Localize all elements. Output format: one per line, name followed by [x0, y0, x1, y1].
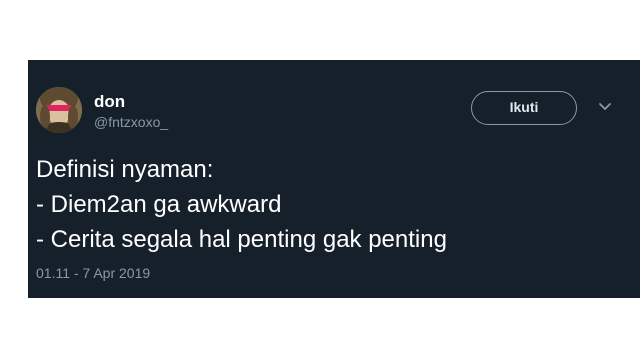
tweet-text-line: - Diem2an ga awkward: [36, 191, 282, 218]
tweet-text-line: Definisi nyaman:: [36, 156, 214, 183]
author-name[interactable]: don: [94, 92, 125, 112]
avatar-icon: [36, 87, 82, 133]
tweet-text: Definisi nyaman: - Diem2an ga awkward - …: [36, 152, 447, 257]
tweet-text-line: - Cerita segala hal penting gak penting: [36, 226, 447, 253]
chevron-down-icon[interactable]: [598, 100, 612, 114]
tweet-card: don @fntzxoxo_ Ikuti Definisi nyaman: - …: [28, 60, 640, 298]
follow-button[interactable]: Ikuti: [471, 91, 577, 125]
avatar[interactable]: [36, 87, 82, 133]
author-handle[interactable]: @fntzxoxo_: [94, 113, 168, 131]
tweet-timestamp[interactable]: 01.11 - 7 Apr 2019: [36, 265, 150, 281]
